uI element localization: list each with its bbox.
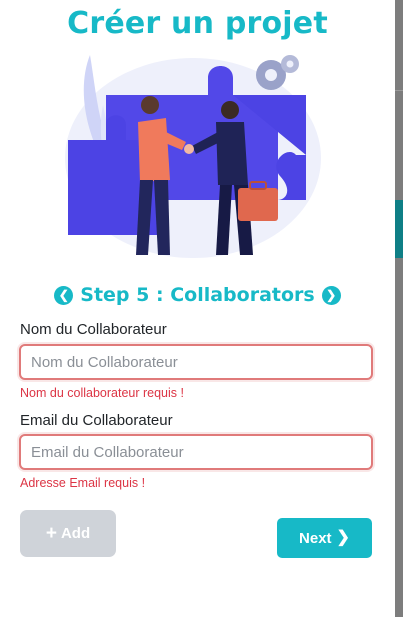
collaborator-name-label: Nom du Collaborateur xyxy=(20,321,167,338)
collaboration-illustration xyxy=(65,55,321,258)
collaborator-email-error: Adresse Email requis ! xyxy=(20,476,146,490)
collaborator-name-error: Nom du collaborateur requis ! xyxy=(20,386,184,400)
collaborator-name-input[interactable] xyxy=(19,344,373,380)
chevron-left-icon[interactable]: ❮ xyxy=(54,285,74,305)
chevron-right-icon[interactable]: ❯ xyxy=(321,285,341,305)
step-header: ❮ Step 5 : Collaborators ❯ xyxy=(0,284,395,306)
step-title: Step 5 : Collaborators xyxy=(80,284,315,306)
next-button-label: Next xyxy=(299,529,332,547)
background-teal-bar xyxy=(395,200,403,258)
create-project-panel: Créer un projet ❮ Step 5 : Collaborators… xyxy=(0,0,395,617)
plus-icon: + xyxy=(45,523,57,544)
background-divider xyxy=(395,90,403,91)
collaborator-email-input[interactable] xyxy=(19,434,373,470)
next-button[interactable]: Next ❯ xyxy=(277,518,372,558)
collaborator-email-label: Email du Collaborateur xyxy=(20,412,173,429)
background-page xyxy=(395,0,403,617)
page-title: Créer un projet xyxy=(67,6,328,41)
chevron-right-icon: ❯ xyxy=(336,529,350,546)
add-collaborator-button[interactable]: + Add xyxy=(20,510,116,557)
add-button-label: Add xyxy=(60,525,91,542)
